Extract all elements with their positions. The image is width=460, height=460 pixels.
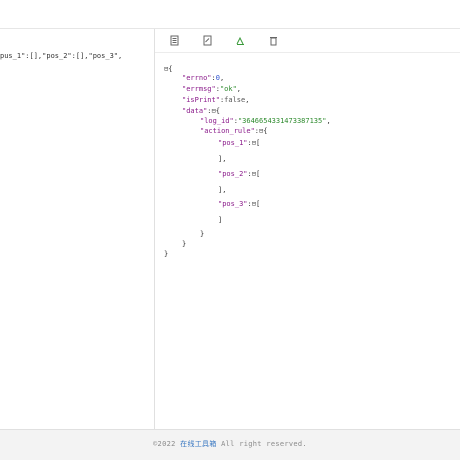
footer-copyright: ©2022 [153,440,181,448]
footer-rights: All right reserved. [216,440,307,448]
top-bar [0,0,460,29]
json-errno: "errno":0, [182,74,225,82]
input-code-line[interactable]: pus_1":[],"pos_2":[],"pos_3", [0,52,122,60]
viewer-toolbar [155,29,460,53]
json-log-id: "log_id":"3646654331473387135", [200,117,331,125]
delete-icon[interactable] [268,35,279,46]
download-icon[interactable] [202,35,213,46]
json-key: "pos_2" [218,170,248,178]
input-editor-pane[interactable]: pus_1":[],"pos_2":[],"pos_3", [0,29,155,430]
json-key: "pos_3" [218,200,248,208]
json-key: "isPrint" [182,96,220,104]
json-data: "data":⊟{ [182,107,220,115]
tree-icon[interactable] [235,35,246,46]
json-data-close: } [182,240,187,248]
json-key: "data" [182,107,208,115]
json-root-close: } [164,250,169,258]
json-pos-2: "pos_2":⊟[ [218,170,261,178]
json-action-rule-close: } [200,230,205,238]
json-pos-3: "pos_3":⊟[ [218,200,261,208]
json-pos-3-close: ] [218,216,223,224]
json-string: "ok" [219,85,237,93]
json-key: "errmsg" [182,85,216,93]
json-string: "3646654331473387135" [237,117,327,125]
json-errmsg: "errmsg":"ok", [182,85,242,93]
json-pos-2-close: ], [218,186,227,194]
footer: ©2022 在线工具箱 All right reserved. [0,439,460,449]
json-key: "log_id" [200,117,234,125]
json-root-open: ⊟{ [164,65,173,73]
json-action-rule: "action_rule":⊟{ [200,127,268,135]
json-key: "action_rule" [200,127,255,135]
output-viewer-pane: ⊟{ "errno":0, "errmsg":"ok", "isPrint":f… [155,29,460,430]
footer-link[interactable]: 在线工具箱 [180,440,217,448]
json-boolean: false [224,96,246,104]
json-pos-1: "pos_1":⊟[ [218,139,261,147]
json-isprint: "isPrint":false, [182,96,250,104]
json-key: "pos_1" [218,139,248,147]
json-pos-1-close: ], [218,155,227,163]
json-key: "errno" [182,74,212,82]
copy-icon[interactable] [169,35,180,46]
